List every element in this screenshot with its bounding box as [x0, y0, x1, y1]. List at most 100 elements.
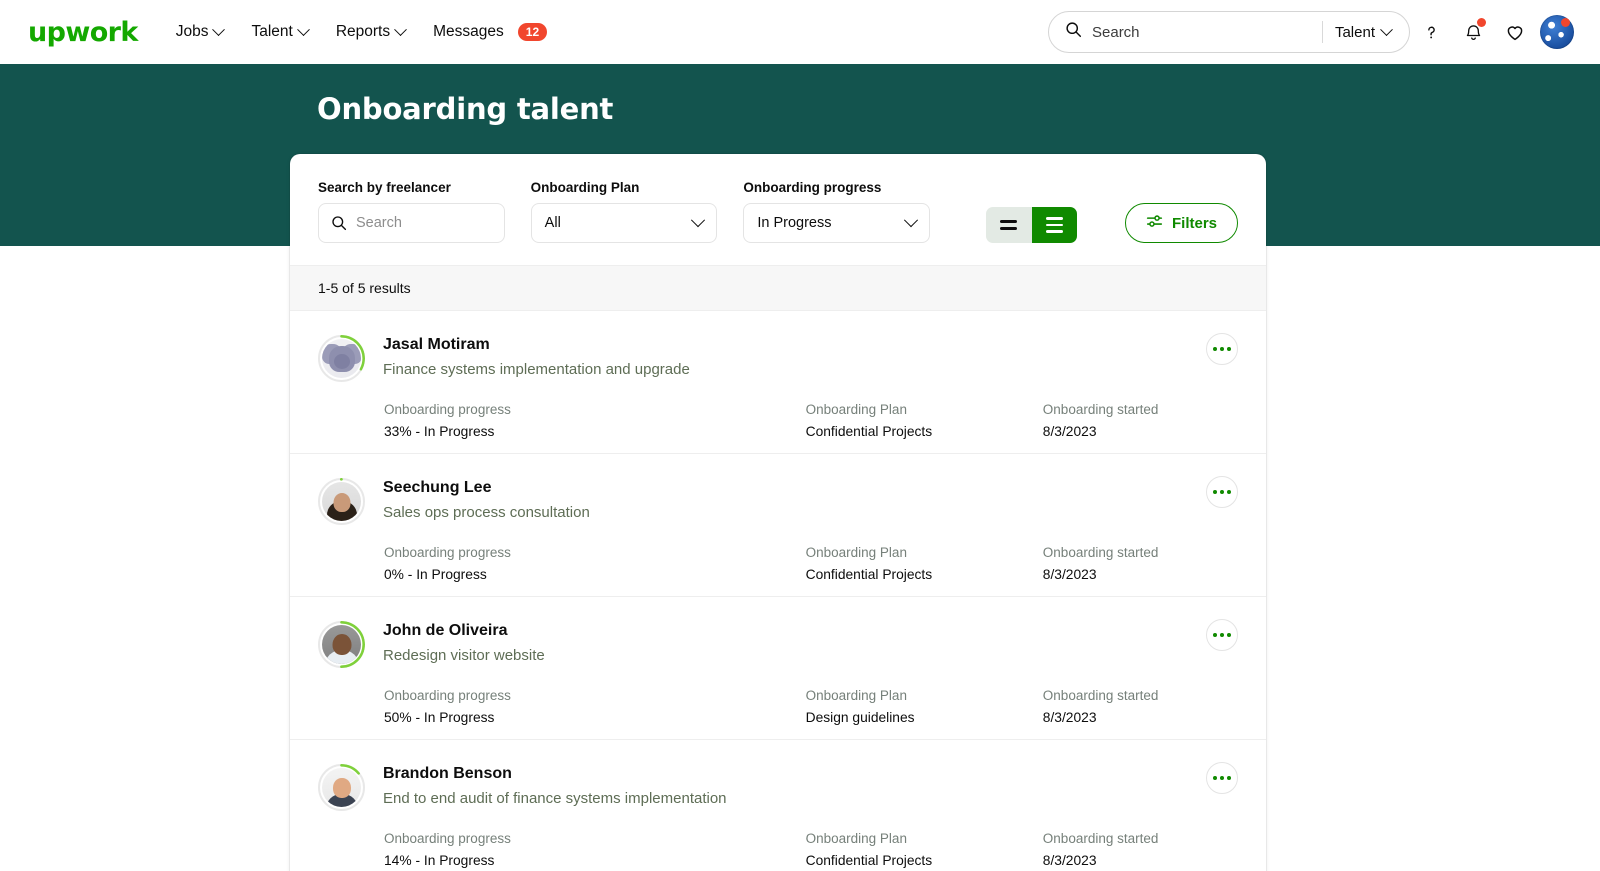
onboarding-progress-select[interactable]: In Progress: [743, 203, 930, 243]
results-count-text: 1-5 of 5 results: [318, 280, 411, 296]
nav-right-cluster: Talent: [1048, 11, 1578, 53]
notification-indicator-dot: [1477, 18, 1486, 27]
meta-progress: Onboarding progress 33% - In Progress: [384, 402, 806, 439]
freelancer-name[interactable]: John de Oliveira: [383, 621, 545, 640]
progress-ring: [318, 621, 365, 668]
chevron-down-icon: [394, 23, 407, 36]
table-row[interactable]: Seechung Lee Sales ops process consultat…: [290, 454, 1266, 597]
onboarding-plan-select[interactable]: All: [531, 203, 718, 243]
meta-plan-label: Onboarding Plan: [806, 831, 1043, 846]
freelancer-name[interactable]: Brandon Benson: [383, 764, 727, 783]
meta-progress-value: 33% - In Progress: [384, 424, 806, 439]
progress-ring: [318, 478, 365, 525]
notifications-button[interactable]: [1452, 11, 1494, 53]
onboarding-progress-label: Onboarding progress: [743, 180, 930, 195]
messages-count-badge: 12: [518, 23, 547, 41]
meta-plan-value: Confidential Projects: [806, 853, 1043, 868]
nav-item-messages[interactable]: Messages 12: [433, 23, 547, 41]
search-scope-selector[interactable]: Talent: [1335, 24, 1403, 41]
onboarding-progress-value: In Progress: [757, 215, 831, 231]
meta-plan-value: Confidential Projects: [806, 567, 1043, 582]
meta-started: Onboarding started 8/3/2023: [1043, 402, 1238, 439]
global-search-bar[interactable]: Talent: [1048, 11, 1410, 53]
meta-progress-label: Onboarding progress: [384, 402, 806, 417]
row-options-button[interactable]: [1206, 333, 1238, 365]
meta-progress: Onboarding progress 50% - In Progress: [384, 688, 806, 725]
chevron-down-icon: [213, 23, 226, 36]
nav-item-reports-label: Reports: [336, 23, 390, 41]
dot-icon: [1220, 776, 1224, 780]
row-header: Seechung Lee Sales ops process consultat…: [318, 478, 1238, 525]
dot-icon: [1213, 633, 1217, 637]
heart-icon: [1504, 21, 1526, 43]
table-row[interactable]: John de Oliveira Redesign visitor websit…: [290, 597, 1266, 740]
row-header: Jasal Motiram Finance systems implementa…: [318, 335, 1238, 382]
row-header: John de Oliveira Redesign visitor websit…: [318, 621, 1238, 668]
profile-indicator-dot: [1561, 18, 1570, 27]
freelancer-name[interactable]: Jasal Motiram: [383, 335, 690, 354]
chevron-down-icon: [297, 23, 310, 36]
dot-icon: [1213, 490, 1217, 494]
progress-ring: [318, 335, 365, 382]
table-row[interactable]: Brandon Benson End to end audit of finan…: [290, 740, 1266, 871]
meta-progress: Onboarding progress 0% - In Progress: [384, 545, 806, 582]
help-icon-button[interactable]: [1410, 11, 1452, 53]
freelancer-search-box[interactable]: [318, 203, 505, 243]
filters-button-label: Filters: [1172, 215, 1217, 232]
dot-icon: [1220, 347, 1224, 351]
progress-ring: [318, 764, 365, 811]
nav-item-talent[interactable]: Talent: [251, 23, 307, 41]
meta-started-value: 8/3/2023: [1043, 710, 1238, 725]
compact-view-toggle[interactable]: [986, 207, 1031, 243]
search-divider: [1322, 21, 1323, 43]
sliders-icon: [1146, 213, 1163, 234]
results-count-bar: 1-5 of 5 results: [290, 265, 1266, 311]
onboarding-panel: Search by freelancer Onboarding Plan All: [290, 154, 1266, 871]
upwork-logo[interactable]: upwork: [28, 17, 138, 48]
search-icon: [1065, 21, 1082, 43]
search-icon: [331, 215, 347, 231]
detailed-view-toggle[interactable]: [1032, 207, 1077, 243]
avatar: [318, 335, 365, 382]
question-mark-icon: [1421, 22, 1442, 43]
nav-item-jobs[interactable]: Jobs: [176, 23, 224, 41]
dot-icon: [1220, 490, 1224, 494]
row-meta: Onboarding progress 14% - In Progress On…: [318, 831, 1238, 868]
meta-started-value: 8/3/2023: [1043, 853, 1238, 868]
dot-icon: [1227, 490, 1231, 494]
engagement-title: End to end audit of finance systems impl…: [383, 790, 727, 807]
avatar: [318, 764, 365, 811]
freelancer-name[interactable]: Seechung Lee: [383, 478, 590, 497]
chevron-down-icon: [1380, 23, 1393, 36]
row-identity: John de Oliveira Redesign visitor websit…: [383, 621, 545, 664]
meta-progress-value: 0% - In Progress: [384, 567, 806, 582]
table-row[interactable]: Jasal Motiram Finance systems implementa…: [290, 311, 1266, 454]
meta-plan: Onboarding Plan Confidential Projects: [806, 831, 1043, 868]
onboarding-plan-value: All: [545, 215, 561, 231]
filters-button[interactable]: Filters: [1125, 203, 1238, 243]
nav-item-reports[interactable]: Reports: [336, 23, 405, 41]
meta-plan: Onboarding Plan Design guidelines: [806, 688, 1043, 725]
saved-items-button[interactable]: [1494, 11, 1536, 53]
meta-started-value: 8/3/2023: [1043, 424, 1238, 439]
profile-avatar-button[interactable]: [1536, 11, 1578, 53]
compact-list-icon: [1000, 220, 1017, 229]
freelancer-search-input[interactable]: [356, 215, 492, 231]
meta-progress: Onboarding progress 14% - In Progress: [384, 831, 806, 868]
meta-plan-label: Onboarding Plan: [806, 688, 1043, 703]
dot-icon: [1227, 347, 1231, 351]
row-options-button[interactable]: [1206, 762, 1238, 794]
engagement-title: Finance systems implementation and upgra…: [383, 361, 690, 378]
global-search-input[interactable]: [1092, 24, 1318, 41]
row-options-button[interactable]: [1206, 476, 1238, 508]
row-options-button[interactable]: [1206, 619, 1238, 651]
meta-progress-value: 14% - In Progress: [384, 853, 806, 868]
top-navigation-bar: upwork Jobs Talent Reports Messages 12: [0, 0, 1600, 64]
meta-progress-value: 50% - In Progress: [384, 710, 806, 725]
meta-plan: Onboarding Plan Confidential Projects: [806, 545, 1043, 582]
meta-plan-label: Onboarding Plan: [806, 402, 1043, 417]
row-identity: Seechung Lee Sales ops process consultat…: [383, 478, 590, 521]
freelancer-search-field: Search by freelancer: [318, 180, 505, 243]
row-meta: Onboarding progress 33% - In Progress On…: [318, 402, 1238, 439]
meta-plan: Onboarding Plan Confidential Projects: [806, 402, 1043, 439]
